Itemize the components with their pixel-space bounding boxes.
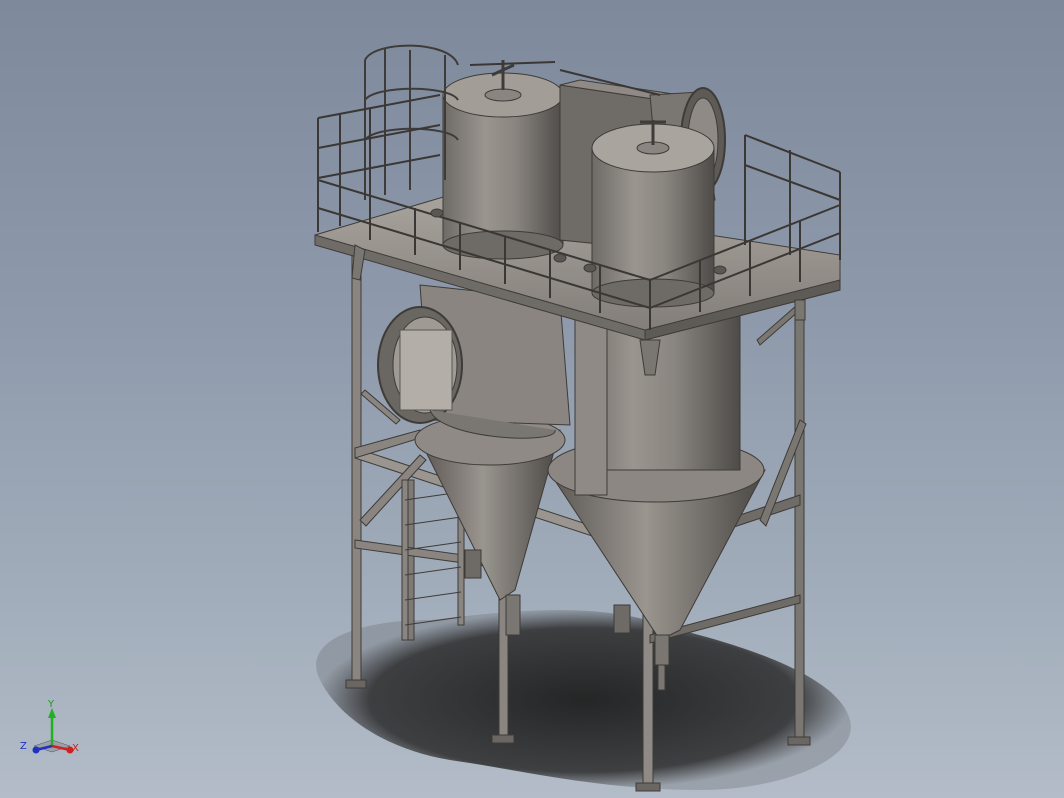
- y-axis-label: Y: [48, 699, 55, 710]
- ground-shadow: [316, 610, 851, 790]
- left-cyclone: [414, 414, 566, 636]
- cage-guard: [364, 44, 459, 200]
- x-axis-label: X: [72, 743, 79, 754]
- view-orientation-triad[interactable]: Y Z X: [20, 700, 84, 764]
- z-axis-label: Z: [20, 741, 27, 752]
- graphics-viewport[interactable]: Y Z X: [0, 0, 1064, 798]
- cyclone-dust-collector-model[interactable]: [0, 0, 1064, 798]
